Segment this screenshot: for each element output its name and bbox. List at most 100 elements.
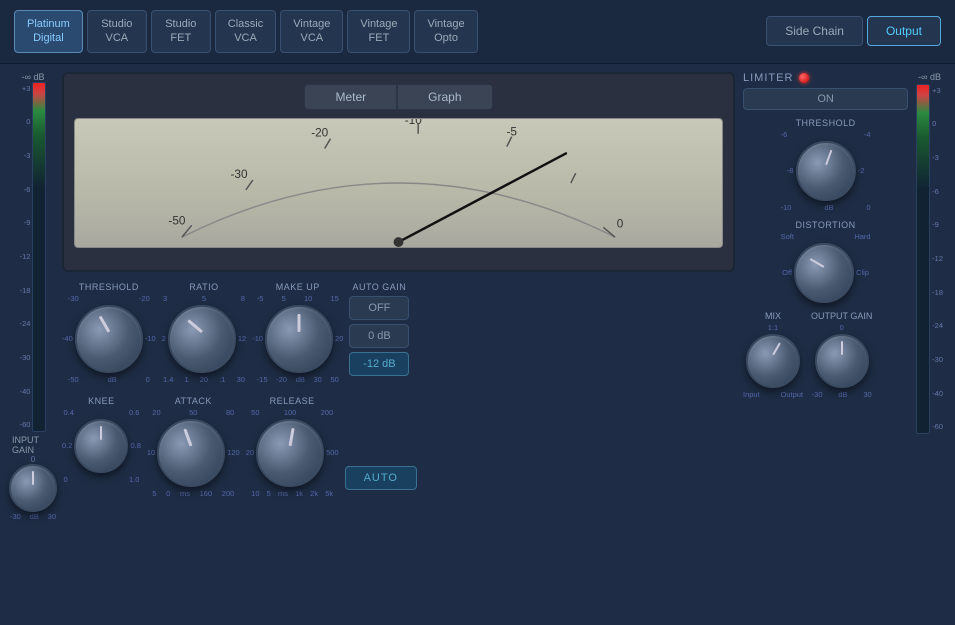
- input-vu-meter: -∞ dB +3 0 -3 -6 -9 -12 -18 -24 -30 -40 …: [12, 72, 54, 607]
- output-gain-label: OUTPUT GAIN: [811, 311, 872, 321]
- vu-right-scale: +3 0 -3 -6 -9 -12 -18 -24 -30 -40 -60: [932, 84, 943, 434]
- threshold-r-bottom-scale: -10 dB 0: [781, 203, 871, 212]
- release-top-scale: 50 100 200: [251, 408, 333, 417]
- limiter-controls: LIMITER ON THRESHOLD -6 -4 -8: [743, 72, 908, 399]
- center-area: Meter Graph -5 0 -30: [62, 72, 735, 607]
- output-gain-0: 0: [840, 323, 844, 332]
- release-group: RELEASE 50 100 200 20 500 10 5 ms: [246, 396, 339, 498]
- distortion-knob[interactable]: [794, 243, 854, 303]
- ratio-knob[interactable]: [168, 305, 236, 373]
- vu-right-bar: [916, 84, 930, 434]
- ratio-scale-2: 2: [162, 334, 166, 343]
- makeup-scale-20: 20: [335, 334, 343, 343]
- threshold-group: THRESHOLD -30 -20 -40 -10 -50 dB 0: [62, 282, 156, 384]
- threshold-label: THRESHOLD: [79, 282, 139, 292]
- distortion-off: Off: [782, 268, 792, 277]
- auto-section: AUTO: [345, 396, 417, 498]
- threshold-r-scale-8: -8: [787, 166, 794, 175]
- auto-gain-off-btn[interactable]: OFF: [349, 296, 409, 320]
- release-scale-20: 20: [246, 448, 254, 457]
- main-content: -∞ dB +3 0 -3 -6 -9 -12 -18 -24 -30 -40 …: [0, 64, 955, 615]
- auto-gain-0db-btn[interactable]: 0 dB: [349, 324, 409, 348]
- makeup-label: MAKE UP: [276, 282, 320, 292]
- attack-scale-120: 120: [227, 448, 240, 457]
- preset-tabs: PlatinumDigital StudioVCA StudioFET Clas…: [14, 10, 740, 53]
- limiter-on-button[interactable]: ON: [743, 88, 908, 110]
- svg-text:-10: -10: [405, 119, 422, 127]
- release-bottom-scale: 10 5 ms 1k 2k 5k: [251, 489, 333, 498]
- input-gain-knob[interactable]: [9, 464, 57, 512]
- distortion-top-scale: Soft Hard: [781, 232, 871, 241]
- mix-scale: Input Output: [743, 390, 803, 399]
- distortion-label: DISTORTION: [795, 220, 855, 230]
- release-knob[interactable]: [256, 419, 324, 487]
- svg-text:-5: -5: [506, 124, 517, 138]
- ratio-label: RATIO: [189, 282, 218, 292]
- output-gain-group: OUTPUT GAIN 0 -30 dB 30: [811, 311, 872, 399]
- preset-studio-vca[interactable]: StudioVCA: [87, 10, 147, 53]
- mix-label: MIX: [765, 311, 781, 321]
- vu-needle-area: -50 -30 -20 -10 -5 0: [74, 118, 723, 248]
- threshold-bottom-scale: -50 dB 0: [68, 375, 150, 384]
- attack-knob-row: 10 120: [147, 419, 240, 487]
- knobs-row-2: KNEE 0.4 0.6 0.2 0.8 0 1.0: [62, 396, 735, 498]
- limiter-led: [799, 73, 809, 83]
- auto-gain-12db-btn[interactable]: -12 dB: [349, 352, 409, 376]
- svg-text:0: 0: [617, 216, 624, 230]
- mix-1-1: 1:1: [768, 323, 778, 332]
- mix-knob[interactable]: [746, 334, 800, 388]
- knee-scale-0.8: 0.8: [130, 441, 140, 450]
- ratio-group: RATIO 3 5 8 2 12 1.4 1 20 :1: [162, 282, 247, 384]
- makeup-bottom-scale: -15 -20 dB 30 50: [257, 375, 339, 384]
- knee-bottom-scale: 0 1.0: [63, 475, 139, 484]
- output-vu-meter: -∞ dB +3 0 -3 -6 -9 -12 -18 -24 -30 -40: [916, 72, 943, 434]
- meter-tab-group: Meter Graph: [74, 84, 723, 110]
- preset-classic-vca[interactable]: ClassicVCA: [215, 10, 276, 53]
- makeup-scale-10: -10: [252, 334, 263, 343]
- knobs-row-1: THRESHOLD -30 -20 -40 -10 -50 dB 0: [62, 282, 735, 384]
- threshold-knob[interactable]: [75, 305, 143, 373]
- output-button[interactable]: Output: [867, 16, 941, 46]
- svg-text:-30: -30: [230, 167, 247, 181]
- input-gain-0: 0: [31, 455, 35, 464]
- threshold-scale-40: -40: [62, 334, 73, 343]
- preset-vintage-vca[interactable]: VintageVCA: [280, 10, 343, 53]
- svg-text:-20: -20: [311, 125, 328, 139]
- auto-button[interactable]: AUTO: [345, 466, 417, 490]
- mix-group: MIX 1:1 Input Output: [743, 311, 803, 399]
- attack-group: ATTACK 20 50 80 10 120 5 0 ms: [147, 396, 240, 498]
- output-gain-knob[interactable]: [815, 334, 869, 388]
- mix-output-row: MIX 1:1 Input Output OUTPUT GAIN 0: [743, 311, 908, 399]
- preset-platinum-digital[interactable]: PlatinumDigital: [14, 10, 83, 53]
- attack-knob[interactable]: [157, 419, 225, 487]
- meter-tab[interactable]: Meter: [304, 84, 397, 110]
- input-gain-label: INPUT GAIN: [12, 435, 54, 455]
- release-label: RELEASE: [270, 396, 315, 406]
- vu-left-bar: [32, 82, 46, 432]
- limiter-row: LIMITER: [743, 72, 908, 84]
- right-panel: LIMITER ON THRESHOLD -6 -4 -8: [743, 72, 943, 607]
- makeup-knob[interactable]: [265, 305, 333, 373]
- threshold-top-scale: -30 -20: [68, 294, 150, 303]
- side-chain-button[interactable]: Side Chain: [766, 16, 863, 46]
- knee-knob[interactable]: [74, 419, 128, 473]
- attack-label: ATTACK: [175, 396, 212, 406]
- knee-group: KNEE 0.4 0.6 0.2 0.8 0 1.0: [62, 396, 141, 484]
- limiter-threshold-knob[interactable]: [796, 141, 856, 201]
- output-gain-scale: -30 dB 30: [812, 390, 872, 399]
- threshold-r-top-scale: -6 -4: [781, 130, 871, 139]
- preset-studio-fet[interactable]: StudioFET: [151, 10, 211, 53]
- distortion-knob-row: Off Clip: [782, 243, 869, 303]
- release-knob-row: 20 500: [246, 419, 339, 487]
- preset-vintage-fet[interactable]: VintageFET: [347, 10, 410, 53]
- top-bar: PlatinumDigital StudioVCA StudioFET Clas…: [0, 0, 955, 64]
- knee-top-scale: 0.4 0.6: [63, 408, 139, 417]
- limiter-threshold-section: THRESHOLD -6 -4 -8 -2 -10 dB: [743, 118, 908, 212]
- preset-vintage-opto[interactable]: VintageOpto: [414, 10, 477, 53]
- knee-label: KNEE: [88, 396, 115, 406]
- auto-gain-label: AUTO GAIN: [352, 282, 406, 292]
- graph-tab[interactable]: Graph: [397, 84, 492, 110]
- input-gain-scale: -30 dB 30: [10, 512, 56, 521]
- knee-scale-0.2: 0.2: [62, 441, 72, 450]
- attack-top-scale: 20 50 80: [152, 408, 234, 417]
